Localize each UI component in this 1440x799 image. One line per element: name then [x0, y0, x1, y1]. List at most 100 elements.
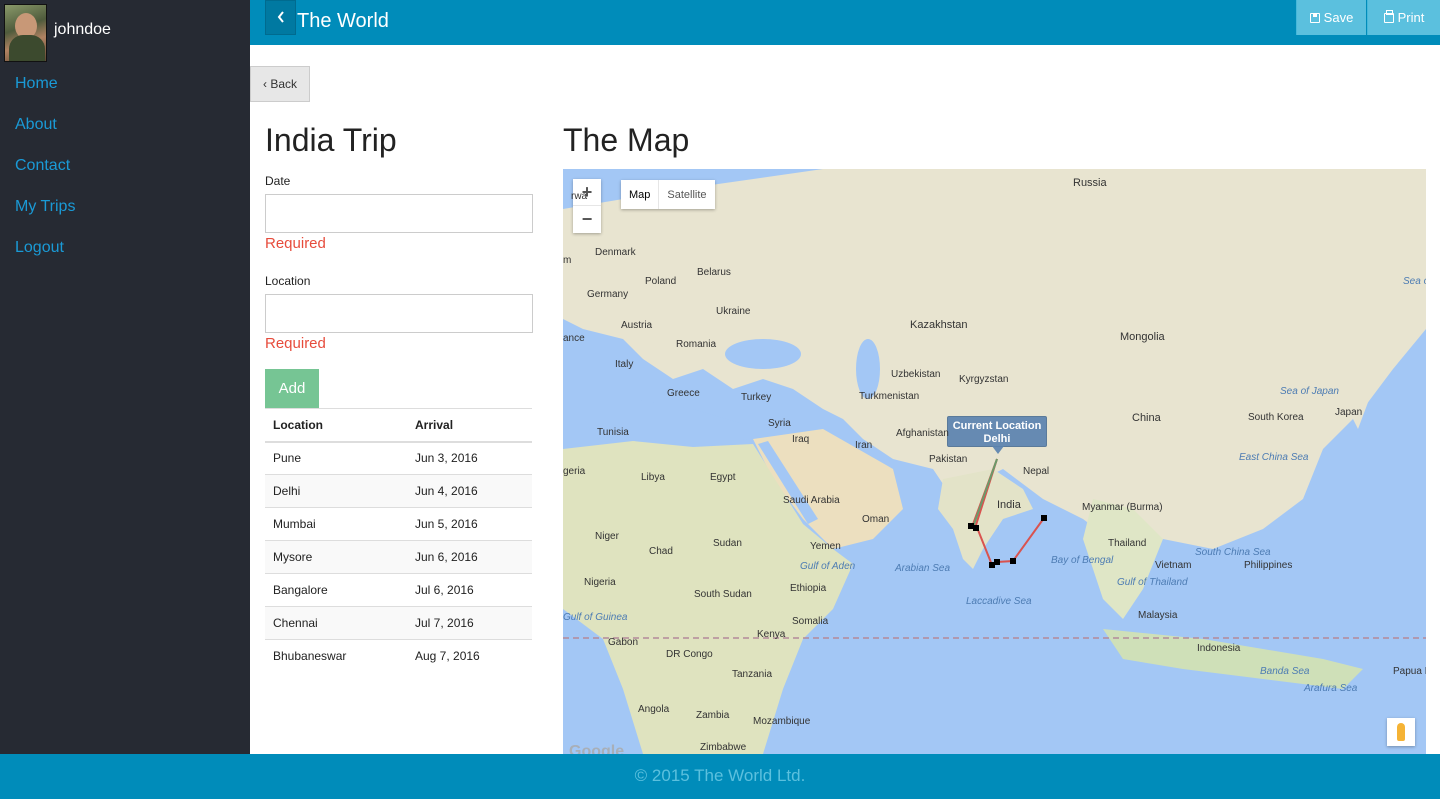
map-label: Japan [1335, 407, 1363, 418]
table-header-row: Location Arrival [265, 408, 532, 443]
table-row[interactable]: Chennai Jul 7, 2016 [265, 606, 532, 640]
location-field[interactable] [265, 294, 533, 333]
map-label: Syria [768, 418, 791, 429]
location-error: Required [265, 335, 326, 352]
map-label: DR Congo [666, 649, 713, 660]
map-label: Banda Sea [1260, 666, 1310, 677]
floppy-icon [1309, 12, 1320, 23]
map-label: Turkmenistan [859, 391, 920, 402]
table-row[interactable]: Bhubaneswar Aug 7, 2016 [265, 639, 532, 673]
sidebar-item-my-trips[interactable]: My Trips [15, 197, 75, 217]
save-button[interactable]: Save [1296, 0, 1366, 35]
back-button[interactable]: ‹ Back [250, 66, 310, 102]
map-label: Egypt [710, 472, 736, 483]
stop-arrival: Jun 3, 2016 [407, 441, 532, 475]
trip-title: India Trip [265, 122, 397, 158]
stop-location: Bangalore [265, 573, 407, 607]
map-label: India [997, 499, 1021, 511]
map-type-map-button[interactable]: Map [621, 180, 660, 209]
map-label: Russia [1073, 177, 1107, 189]
date-error: Required [265, 235, 326, 252]
map-label: Zimbabwe [700, 742, 747, 753]
map-canvas[interactable]: + − Map Satellite Current Location Delhi… [563, 169, 1426, 754]
sidebar-item-logout[interactable]: Logout [15, 238, 64, 258]
map-label: Iran [855, 440, 873, 451]
print-button[interactable]: Print [1367, 0, 1440, 35]
map-label: Austria [621, 320, 653, 331]
sidebar-item-home[interactable]: Home [15, 74, 58, 94]
table-row[interactable]: Bangalore Jul 6, 2016 [265, 573, 532, 607]
stop-arrival: Jun 6, 2016 [407, 540, 532, 574]
stops-table: Location Arrival Pune Jun 3, 2016 Delhi Ju… [265, 408, 532, 673]
map-label: Arafura Sea [1304, 683, 1358, 694]
map-label: Chad [649, 546, 673, 557]
print-label: Print [1397, 10, 1425, 25]
map-label: Iraq [792, 434, 810, 445]
map-label: Gabon [608, 637, 639, 648]
map-label: South Sudan [694, 589, 752, 600]
map-label: Vietnam [1155, 560, 1192, 571]
map-label: Mongolia [1120, 331, 1165, 343]
chevron-left-icon [277, 10, 285, 26]
map-label: Turkey [741, 392, 772, 403]
stop-arrival: Jun 5, 2016 [407, 507, 532, 541]
stop-arrival: Jun 4, 2016 [407, 474, 532, 508]
date-field[interactable] [265, 194, 533, 233]
map-label: geria [563, 466, 586, 477]
map-label: Afghanistan [896, 428, 949, 439]
column-header-arrival: Arrival [407, 408, 532, 443]
map-label: Uzbekistan [891, 369, 941, 380]
map-type-control: Map Satellite [621, 180, 715, 209]
table-row[interactable]: Pune Jun 3, 2016 [265, 441, 532, 475]
map-label: Kazakhstan [910, 319, 968, 331]
map-label: m [563, 255, 572, 266]
map-label: Gulf of Guinea [563, 612, 628, 623]
stop-location: Chennai [265, 606, 407, 640]
stop-location: Delhi [265, 474, 407, 508]
stop-location: Mumbai [265, 507, 407, 541]
map-label: Myanmar (Burma) [1082, 502, 1163, 513]
map-label: rwa [571, 191, 588, 202]
map-label: Sea of Japan [1280, 386, 1339, 397]
map-label: South China Sea [1195, 547, 1271, 558]
map-label: Niger [595, 531, 619, 542]
sidebar-toggle-button[interactable] [265, 0, 296, 35]
map-title: The Map [563, 122, 690, 158]
current-location-tooltip: Current Location Delhi [947, 416, 1047, 454]
map-label: Sudan [713, 538, 742, 549]
footer-copyright: © 2015 The World Ltd. [634, 766, 806, 785]
zoom-out-button[interactable]: − [573, 206, 601, 233]
map-label: Angola [638, 704, 670, 715]
date-label: Date [265, 174, 291, 188]
map-type-satellite-button[interactable]: Satellite [659, 180, 714, 209]
table-row[interactable]: Mysore Jun 6, 2016 [265, 540, 532, 574]
zoom-control: + − [573, 179, 601, 233]
map-label: Kenya [757, 629, 786, 640]
map-label: Libya [641, 472, 665, 483]
map-label: Belarus [697, 267, 731, 278]
map-label: Denmark [595, 247, 636, 258]
top-bar: The World Save Print [250, 0, 1440, 45]
map-label: Philippines [1244, 560, 1293, 571]
save-label: Save [1323, 10, 1354, 25]
printer-icon [1383, 9, 1394, 23]
map-label: Laccadive Sea [966, 596, 1032, 607]
user-profile[interactable]: johndoe [4, 4, 111, 62]
sidebar-item-about[interactable]: About [15, 115, 57, 135]
location-label: Location [265, 274, 311, 288]
sidebar-nav: Home About Contact My Trips Logout [15, 74, 75, 279]
map-label: Zambia [696, 710, 730, 721]
map-label: East China Sea [1239, 452, 1309, 463]
map-label: Gulf of Thailand [1117, 577, 1188, 588]
table-row[interactable]: Delhi Jun 4, 2016 [265, 474, 532, 508]
table-row[interactable]: Mumbai Jun 5, 2016 [265, 507, 532, 541]
map-label: Mozambique [753, 716, 811, 727]
street-view-pegman-icon[interactable] [1387, 718, 1415, 746]
map-label: Malaysia [1138, 610, 1178, 621]
map-label: Sea of Okhotsk [1403, 276, 1426, 287]
sidebar-item-contact[interactable]: Contact [15, 156, 70, 176]
map-label: Germany [587, 289, 629, 300]
add-button[interactable]: Add [265, 369, 319, 408]
app-title: The World [297, 10, 389, 32]
map-label: Ethiopia [790, 583, 827, 594]
